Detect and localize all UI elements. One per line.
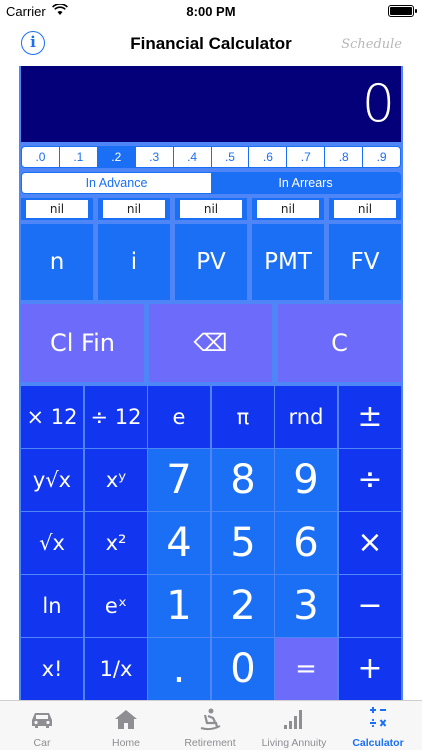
tab-living-annuity-label: Living Annuity (261, 737, 327, 749)
in-arrears-option[interactable]: In Arrears (211, 173, 400, 193)
decimal-option-2[interactable]: .2 (97, 147, 136, 167)
decimal-option-3[interactable]: .3 (136, 147, 174, 167)
multiply-key[interactable]: × (339, 512, 401, 574)
backspace-icon: ⌫ (193, 329, 228, 357)
fv-key[interactable]: FV (329, 224, 401, 300)
tab-calculator-label: Calculator (352, 737, 404, 749)
pi-key[interactable]: π (212, 386, 274, 448)
status-bar: Carrier 8:00 PM (0, 0, 422, 22)
four-key[interactable]: 4 (148, 512, 210, 574)
factorial-key[interactable]: x! (21, 638, 83, 700)
keypad: × 12 ÷ 12 e π rnd ± y√x xʸ 7 8 9 ÷ √x x²… (21, 386, 401, 700)
decimal-option-1[interactable]: .1 (60, 147, 98, 167)
three-key[interactable]: 3 (275, 575, 337, 637)
decimal-option-6[interactable]: .6 (249, 147, 288, 167)
backspace-button[interactable]: ⌫ (149, 304, 272, 382)
nav-bar: i Financial Calculator Schedule (0, 24, 422, 66)
calculator-panel: 0 .0 .1 .2 .3 .4 .5 .6 .7 .8 .9 In Advan… (19, 66, 403, 700)
nine-key[interactable]: 9 (275, 449, 337, 511)
equals-key[interactable]: = (275, 638, 337, 700)
fv-value: nil (329, 198, 401, 220)
divide-12-key[interactable]: ÷ 12 (85, 386, 147, 448)
decimal-option-7[interactable]: .7 (287, 147, 326, 167)
pmt-value: nil (252, 198, 324, 220)
x-power-y-key[interactable]: xʸ (85, 449, 147, 511)
six-key[interactable]: 6 (275, 512, 337, 574)
pv-value-text: nil (180, 200, 242, 218)
tab-living-annuity[interactable]: Living Annuity (252, 701, 336, 750)
reciprocal-key[interactable]: 1/x (85, 638, 147, 700)
status-time: 8:00 PM (186, 4, 236, 19)
decimal-option-0[interactable]: .0 (22, 147, 60, 167)
decimal-point-key[interactable]: . (148, 638, 210, 700)
pmt-key[interactable]: PMT (252, 224, 324, 300)
control-keys-row: Cl Fin ⌫ C (21, 304, 401, 382)
seven-key[interactable]: 7 (148, 449, 210, 511)
x-squared-key[interactable]: x² (85, 512, 147, 574)
natural-log-key[interactable]: ln (21, 575, 83, 637)
tab-bar: Car Home Retirement Living Annuity Calcu… (0, 700, 422, 750)
bar-chart-icon (284, 710, 302, 729)
pv-value: nil (175, 198, 247, 220)
plus-key[interactable]: + (339, 638, 401, 700)
decimal-option-5[interactable]: .5 (212, 147, 250, 167)
eight-key[interactable]: 8 (212, 449, 274, 511)
tab-car-label: Car (33, 737, 51, 749)
divide-key[interactable]: ÷ (339, 449, 401, 511)
zero-key[interactable]: 0 (212, 638, 274, 700)
schedule-button[interactable]: Schedule (341, 37, 402, 52)
calculator-display: 0 (21, 66, 401, 142)
tab-retirement-label: Retirement (184, 737, 236, 749)
clear-button[interactable]: C (278, 304, 401, 382)
n-key[interactable]: n (21, 224, 93, 300)
e-key[interactable]: e (148, 386, 210, 448)
calculator-icon (370, 707, 387, 728)
tvm-values-row: nil nil nil nil nil (21, 198, 401, 220)
battery-icon (388, 5, 417, 17)
decimal-places-selector: .0 .1 .2 .3 .4 .5 .6 .7 .8 .9 (21, 146, 401, 168)
in-advance-option[interactable]: In Advance (22, 173, 211, 193)
tvm-keys-row: n i PV PMT FV (21, 224, 401, 300)
plus-minus-key[interactable]: ± (339, 386, 401, 448)
i-key[interactable]: i (98, 224, 170, 300)
y-root-x-key[interactable]: y√x (21, 449, 83, 511)
i-value: nil (98, 198, 170, 220)
tab-home[interactable]: Home (84, 701, 168, 750)
times-12-key[interactable]: × 12 (21, 386, 83, 448)
rocking-chair-icon (200, 708, 221, 731)
i-value-text: nil (103, 200, 165, 218)
tab-retirement[interactable]: Retirement (168, 701, 252, 750)
pmt-value-text: nil (257, 200, 319, 218)
payment-timing-selector: In Advance In Arrears (21, 172, 401, 194)
n-value: nil (21, 198, 93, 220)
one-key[interactable]: 1 (148, 575, 210, 637)
decimal-option-9[interactable]: .9 (363, 147, 400, 167)
car-icon (32, 713, 52, 728)
tab-home-label: Home (111, 737, 140, 749)
tab-car[interactable]: Car (0, 701, 84, 750)
e-power-x-key[interactable]: eˣ (85, 575, 147, 637)
home-icon (115, 710, 137, 729)
fv-value-text: nil (334, 200, 396, 218)
decimal-option-8[interactable]: .8 (325, 147, 364, 167)
five-key[interactable]: 5 (212, 512, 274, 574)
n-value-text: nil (26, 200, 88, 218)
pv-key[interactable]: PV (175, 224, 247, 300)
random-key[interactable]: rnd (275, 386, 337, 448)
minus-key[interactable]: − (339, 575, 401, 637)
tab-calculator[interactable]: Calculator (336, 701, 420, 750)
two-key[interactable]: 2 (212, 575, 274, 637)
display-value: 0 (361, 74, 395, 134)
clear-financial-button[interactable]: Cl Fin (21, 304, 144, 382)
decimal-option-4[interactable]: .4 (174, 147, 212, 167)
square-root-key[interactable]: √x (21, 512, 83, 574)
